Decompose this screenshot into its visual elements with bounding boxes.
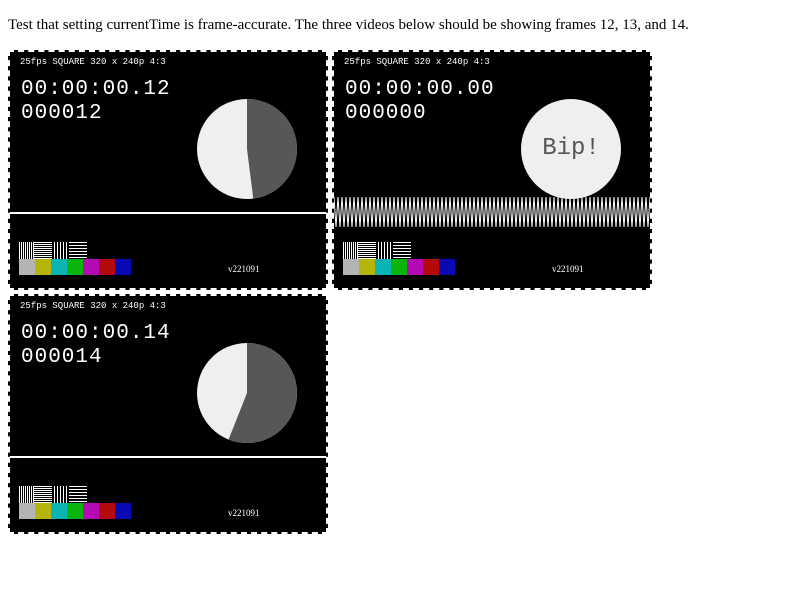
- color-bar-swatch: [407, 259, 423, 275]
- audio-waveform: [334, 196, 650, 228]
- timecode: 00:00:00.12: [21, 78, 171, 101]
- resolution-test-pattern: [19, 242, 87, 259]
- timecode: 00:00:00.14: [21, 322, 171, 345]
- video-format-label: 25fps SQUARE 320 x 240p 4:3: [344, 57, 490, 67]
- test-description: Test that setting currentTime is frame-a…: [8, 17, 689, 33]
- color-bars: [343, 259, 455, 275]
- progress-pie: [197, 99, 297, 199]
- color-bars: [19, 503, 131, 519]
- video-frame: 25fps SQUARE 320 x 240p 4:3 00:00:00.14 …: [10, 296, 326, 532]
- color-bar-swatch: [359, 259, 375, 275]
- version-label: v221091: [552, 264, 584, 274]
- color-bar-swatch: [67, 503, 83, 519]
- color-bar-swatch: [99, 503, 115, 519]
- color-bar-swatch: [19, 503, 35, 519]
- color-bar-swatch: [343, 259, 359, 275]
- version-label: v221091: [228, 508, 260, 518]
- color-bar-swatch: [375, 259, 391, 275]
- video-player-3[interactable]: 25fps SQUARE 320 x 240p 4:3 00:00:00.14 …: [8, 294, 328, 534]
- pie-elapsed-sector: [247, 99, 297, 199]
- color-bar-swatch: [67, 259, 83, 275]
- color-bar-swatch: [83, 503, 99, 519]
- divider-line: [10, 212, 326, 214]
- color-bar-swatch: [439, 259, 455, 275]
- video-player-2[interactable]: 25fps SQUARE 320 x 240p 4:3 00:00:00.00 …: [332, 50, 652, 290]
- resolution-test-pattern: [19, 486, 87, 503]
- timecode: 00:00:00.00: [345, 78, 495, 101]
- video-format-label: 25fps SQUARE 320 x 240p 4:3: [20, 301, 166, 311]
- video-format-label: 25fps SQUARE 320 x 240p 4:3: [20, 57, 166, 67]
- video-player-1[interactable]: 25fps SQUARE 320 x 240p 4:3 00:00:00.12 …: [8, 50, 328, 290]
- frame-counter: 000000: [345, 102, 427, 125]
- color-bar-swatch: [35, 259, 51, 275]
- version-label: v221091: [228, 264, 260, 274]
- color-bar-swatch: [115, 259, 131, 275]
- color-bar-swatch: [99, 259, 115, 275]
- color-bars: [19, 259, 131, 275]
- bip-circle: Bip!: [521, 99, 621, 199]
- progress-pie: [197, 343, 297, 443]
- color-bar-swatch: [35, 503, 51, 519]
- waveform-trace: [334, 196, 650, 228]
- color-bar-swatch: [115, 503, 131, 519]
- color-bar-swatch: [423, 259, 439, 275]
- color-bar-swatch: [19, 259, 35, 275]
- color-bar-swatch: [391, 259, 407, 275]
- video-frame: 25fps SQUARE 320 x 240p 4:3 00:00:00.12 …: [10, 52, 326, 288]
- resolution-test-pattern: [343, 242, 411, 259]
- frame-counter: 000014: [21, 346, 103, 369]
- frame-counter: 000012: [21, 102, 103, 125]
- video-frame: 25fps SQUARE 320 x 240p 4:3 00:00:00.00 …: [334, 52, 650, 288]
- divider-line: [10, 456, 326, 458]
- color-bar-swatch: [51, 503, 67, 519]
- color-bar-swatch: [83, 259, 99, 275]
- color-bar-swatch: [51, 259, 67, 275]
